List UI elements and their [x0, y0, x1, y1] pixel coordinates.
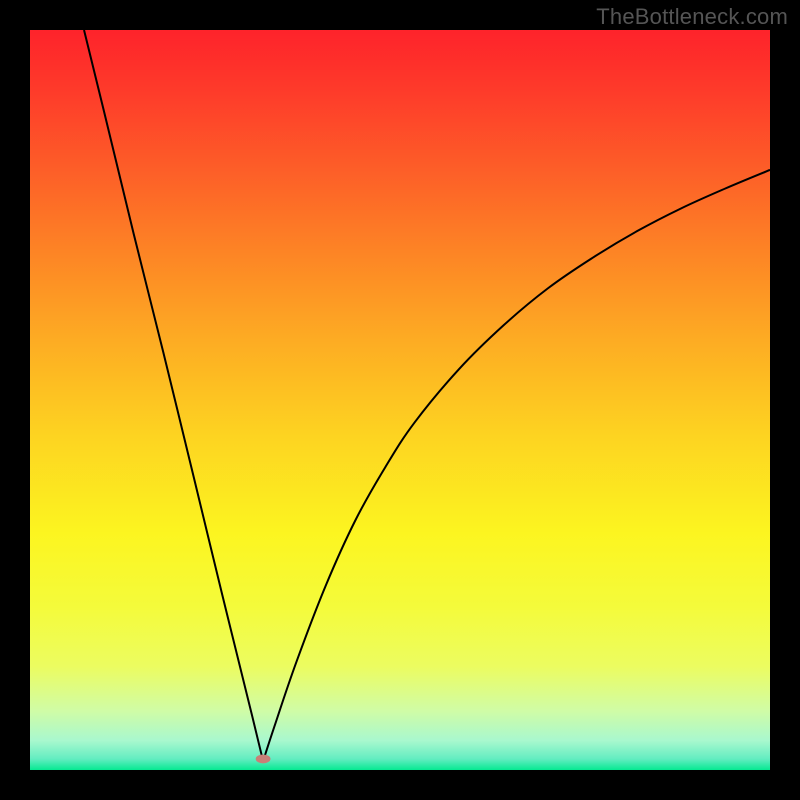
chart-background — [30, 30, 770, 770]
vertex-marker — [256, 754, 271, 763]
chart-plot-area — [30, 30, 770, 770]
chart-svg — [30, 30, 770, 770]
watermark-text: TheBottleneck.com — [596, 4, 788, 30]
chart-stage: TheBottleneck.com — [0, 0, 800, 800]
